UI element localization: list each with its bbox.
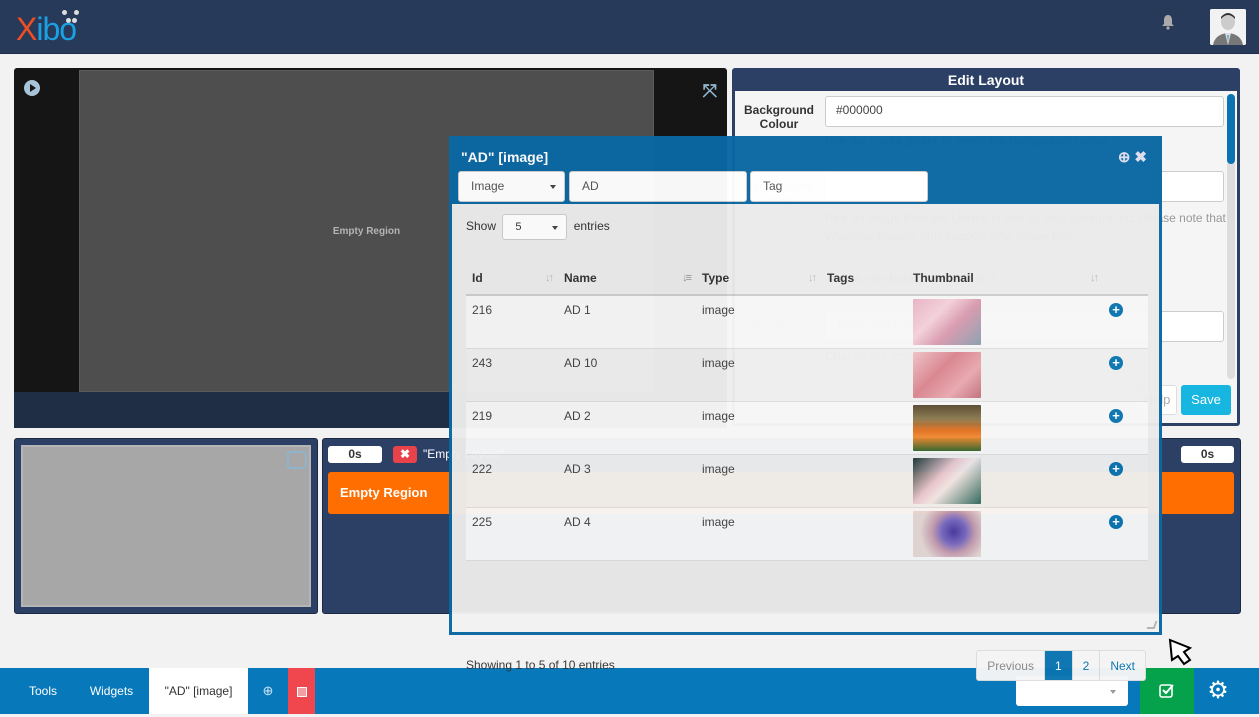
- column-header-type[interactable]: Type ↓↑: [696, 262, 821, 296]
- background-colour-label: Background Colour: [743, 103, 814, 131]
- background-colour-input[interactable]: #000000: [825, 96, 1224, 127]
- cell-thumbnail: [907, 454, 1103, 508]
- top-navbar: Xibo: [0, 0, 1259, 54]
- add-media-icon[interactable]: +: [1109, 303, 1123, 317]
- pagination-page-2[interactable]: 2: [1071, 651, 1100, 680]
- save-button[interactable]: Save: [1181, 385, 1231, 415]
- cell-type: image: [696, 401, 821, 455]
- cell-id: 219: [466, 401, 558, 455]
- resize-handle-icon[interactable]: [1146, 621, 1158, 629]
- cell-id: 243: [466, 348, 558, 402]
- add-media-icon[interactable]: +: [1109, 355, 1123, 370]
- tab-widgets[interactable]: Widgets: [74, 668, 149, 714]
- column-header-actions: [1103, 262, 1148, 296]
- collapse-icon[interactable]: ⊕: [1118, 148, 1131, 166]
- tab-ad-image[interactable]: "AD" [image]: [149, 668, 248, 714]
- column-header-id[interactable]: Id ↓↑: [466, 262, 558, 296]
- cell-tags: [821, 454, 907, 508]
- modal-title: "AD" [image]: [461, 149, 549, 165]
- cell-type: image: [696, 295, 821, 349]
- bell-icon[interactable]: [1161, 14, 1175, 30]
- thumbnail-image[interactable]: [913, 404, 981, 451]
- table-row[interactable]: 243 AD 10 image +: [466, 348, 1148, 402]
- gear-icon[interactable]: ⚙: [1194, 668, 1242, 714]
- play-circle-icon[interactable]: [24, 80, 40, 96]
- region-bar-label: Empty Region: [340, 485, 428, 500]
- entries-length-control: Show 5 entries: [466, 213, 610, 240]
- table-info: Showing 1 to 5 of 10 entries: [466, 658, 615, 672]
- cell-tags: [821, 295, 907, 349]
- duration-right: 0s: [1181, 446, 1234, 463]
- cell-name: AD 10: [558, 348, 696, 402]
- column-header-tags: Tags: [821, 262, 907, 296]
- panel-title: Edit Layout: [947, 72, 1025, 88]
- pagination-previous[interactable]: Previous: [977, 651, 1044, 680]
- cell-action: +: [1103, 401, 1148, 455]
- cell-tags: [821, 401, 907, 455]
- name-filter-input[interactable]: AD: [569, 171, 747, 202]
- table-row[interactable]: 222 AD 3 image +: [466, 454, 1148, 508]
- table-row[interactable]: 219 AD 2 image +: [466, 401, 1148, 455]
- cell-id: 222: [466, 454, 558, 508]
- cell-name: AD 1: [558, 295, 696, 349]
- user-avatar[interactable]: [1210, 9, 1246, 45]
- modal-footer: [452, 612, 1159, 632]
- mouse-cursor-icon: [1168, 638, 1193, 666]
- cell-thumbnail: [907, 507, 1103, 561]
- pagination: Previous 1 2 Next: [976, 650, 1146, 681]
- zoom-in-icon[interactable]: ⊕: [248, 668, 288, 714]
- delete-button[interactable]: ✖: [393, 446, 417, 463]
- cell-thumbnail: [907, 348, 1103, 402]
- thumbnail-image[interactable]: [913, 351, 981, 398]
- tag-filter-input[interactable]: Tag: [750, 171, 928, 202]
- region-thumbnail[interactable]: [21, 445, 311, 607]
- cell-name: AD 2: [558, 401, 696, 455]
- edit-icon[interactable]: [287, 451, 307, 469]
- table-row[interactable]: 216 AD 1 image +: [466, 295, 1148, 349]
- cell-name: AD 4: [558, 507, 696, 561]
- column-header-thumbnail[interactable]: Thumbnail ↓↑: [907, 262, 1103, 296]
- pagination-next[interactable]: Next: [1099, 651, 1145, 680]
- close-icon[interactable]: ✖: [1134, 148, 1147, 166]
- close-tab-icon[interactable]: [288, 668, 315, 714]
- modal-body: Show 5 entries Id ↓↑ Name ↓≡ Type ↓↑ Tags T…: [452, 204, 1159, 681]
- table-row[interactable]: 225 AD 4 image +: [466, 507, 1148, 561]
- cell-thumbnail: [907, 295, 1103, 349]
- panel-scrollbar[interactable]: [1227, 94, 1235, 379]
- column-header-name[interactable]: Name ↓≡: [558, 262, 696, 296]
- entries-select[interactable]: 5: [502, 213, 568, 240]
- cell-name: AD 3: [558, 454, 696, 508]
- cell-id: 225: [466, 507, 558, 561]
- region-preview: [14, 438, 318, 614]
- add-media-icon[interactable]: +: [1109, 514, 1123, 529]
- media-table: Id ↓↑ Name ↓≡ Type ↓↑ Tags Thumbnail ↓↑ 216 A…: [466, 262, 1148, 561]
- thumbnail-image[interactable]: [913, 299, 981, 345]
- type-filter-select[interactable]: Image: [458, 171, 565, 202]
- cell-type: image: [696, 348, 821, 402]
- cell-thumbnail: [907, 401, 1103, 455]
- cell-type: image: [696, 507, 821, 561]
- cell-action: +: [1103, 454, 1148, 508]
- thumbnail-image[interactable]: [913, 457, 981, 504]
- add-media-icon[interactable]: +: [1109, 408, 1123, 423]
- tab-tools[interactable]: Tools: [12, 668, 74, 714]
- cell-action: +: [1103, 507, 1148, 561]
- modal-controls: ⊕ ✖: [1114, 148, 1147, 166]
- cell-id: 216: [466, 295, 558, 349]
- pagination-page-1[interactable]: 1: [1043, 651, 1072, 680]
- duration-left: 0s: [328, 446, 382, 463]
- add-media-icon[interactable]: +: [1109, 461, 1123, 476]
- cell-action: +: [1103, 295, 1148, 349]
- thumbnail-image[interactable]: [913, 510, 981, 557]
- media-selector-modal: "AD" [image] ⊕ ✖ Image AD Tag Show 5 entr…: [449, 136, 1162, 681]
- cell-tags: [821, 348, 907, 402]
- expand-icon[interactable]: ⤧: [703, 82, 717, 100]
- xibo-logo[interactable]: Xibo: [16, 9, 77, 49]
- publish-button[interactable]: [1140, 668, 1194, 714]
- cell-type: image: [696, 454, 821, 508]
- cell-tags: [821, 507, 907, 561]
- cell-action: +: [1103, 348, 1148, 402]
